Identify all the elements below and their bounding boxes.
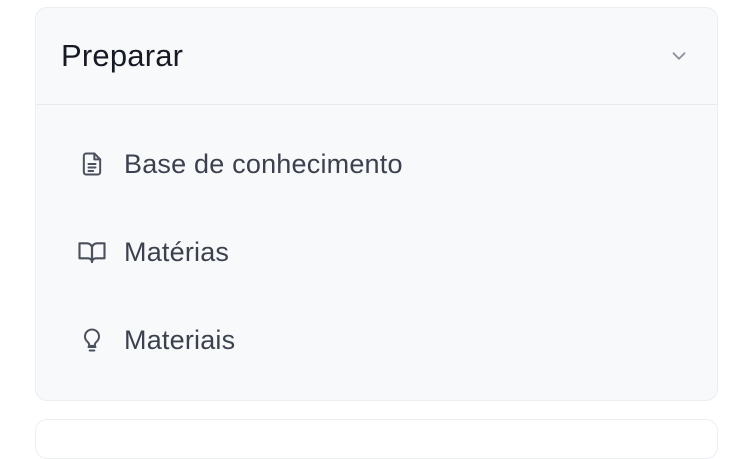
- section-title: Preparar: [61, 38, 184, 73]
- menu-item-label: Matérias: [124, 236, 230, 267]
- prepare-section-panel: Preparar Base de conhecimento Matérias M…: [35, 7, 718, 401]
- menu-item-label: Base de conhecimento: [124, 148, 403, 179]
- menu-item-base-de-conhecimento[interactable]: Base de conhecimento: [36, 120, 717, 208]
- menu-item-materias[interactable]: Matérias: [36, 208, 717, 296]
- menu-item-materiais[interactable]: Materiais: [36, 296, 717, 384]
- prepare-section-header[interactable]: Preparar: [36, 8, 717, 105]
- lightbulb-icon: [77, 325, 107, 355]
- chevron-down-icon[interactable]: [667, 44, 691, 68]
- next-section-panel: [35, 419, 718, 459]
- book-open-icon: [77, 237, 107, 267]
- menu-item-label: Materiais: [124, 324, 236, 355]
- section-item-list: Base de conhecimento Matérias Materiais: [36, 105, 717, 384]
- document-icon: [77, 149, 107, 179]
